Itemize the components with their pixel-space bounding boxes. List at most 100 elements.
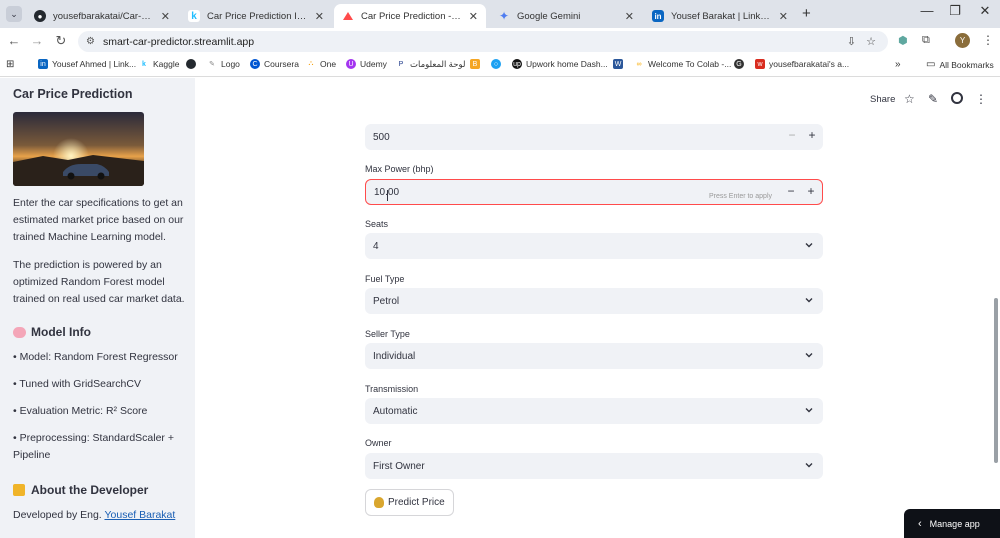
fuel-type-label: Fuel Type [365,274,405,284]
model-item: • Model: Random Forest Regressor [13,351,178,363]
all-bookmarks-label: All Bookmarks [939,59,994,70]
bookmark-circle[interactable]: ○ [491,59,505,69]
apps-grid-icon[interactable]: ⊞ [6,59,14,70]
bookmark-star-icon[interactable]: ☆ [866,35,876,48]
new-tab-button[interactable]: + [802,5,811,22]
extensions-puzzle-icon[interactable]: ⧉ [922,34,930,47]
increment-button[interactable]: + [802,184,820,198]
bookmark-udemy[interactable]: U Udemy [346,59,387,69]
bookmark-label: Upwork home Dash... [526,59,608,69]
word-icon: W [613,59,623,69]
chevron-down-icon [805,408,813,413]
restore-button[interactable]: ❐ [940,3,970,19]
dashboard-icon: P [396,59,406,70]
kaggle-icon: k [188,10,200,22]
address-bar-row: ← → ↻ ⚙ smart-car-predictor.streamlit.ap… [0,28,1000,55]
upwork-icon: up [512,59,522,69]
manage-app-button[interactable]: ‹ Manage app [904,509,1000,538]
bookmark-yousef[interactable]: w yousefbarakatai's a... [755,59,849,69]
press-enter-hint: Press Enter to apply [708,193,772,200]
close-icon[interactable]: ✕ [779,10,788,23]
bookmark-word[interactable]: W [613,59,627,69]
chevron-left-icon: ‹ [918,517,922,530]
forward-button[interactable]: → [28,33,46,48]
google-icon: G [734,59,744,69]
model-item: • Evaluation Metric: R² Score [13,405,148,417]
tab-gemini[interactable]: ✦ Google Gemini ✕ [490,4,642,28]
one-icon: ⛬ [306,59,316,69]
seats-label: Seats [365,219,389,229]
linkedin-icon: in [38,59,48,69]
bookmark-upwork[interactable]: up Upwork home Dash... [512,59,608,69]
b-icon: B [470,59,480,69]
bookmark-colab[interactable]: ∞ Welcome To Colab -... [634,59,731,69]
more-bookmarks-icon[interactable]: » [895,59,901,70]
star-icon[interactable]: ☆ [904,92,915,106]
developer-heading: About the Developer [13,483,148,497]
github-icon [186,59,196,69]
sidebar-powered: The prediction is powered by an optimize… [13,259,185,305]
money-bag-icon [374,497,384,508]
tab-linkedin[interactable]: in Yousef Barakat | LinkedIn ✕ [644,4,796,28]
tab-title: Car Price Prediction Insights [207,10,309,22]
bookmark-b[interactable]: B [470,59,484,69]
linkedin-icon: in [652,10,664,22]
share-button[interactable]: Share [870,94,895,105]
tab-kaggle[interactable]: k Car Price Prediction Insights ✕ [180,4,332,28]
browser-tab-bar: ⌄ ● yousefbarakatai/Car-Price-Predi ✕ k … [0,0,1000,28]
bookmark-coursera[interactable]: C Coursera [250,59,299,69]
owner-select[interactable]: First Owner [365,453,823,479]
main-menu-icon[interactable]: ⋮ [975,92,987,106]
decrement-button[interactable]: − [782,184,800,198]
install-app-icon[interactable]: ⇩ [847,35,856,48]
bookmark-logo[interactable]: ✎ Logo [207,59,240,69]
circle-icon: ○ [491,59,501,69]
close-icon[interactable]: ✕ [469,10,478,23]
close-icon[interactable]: ✕ [625,10,634,23]
close-window-button[interactable]: ✕ [970,3,1000,19]
scrollbar-thumb[interactable] [994,298,998,463]
bookmark-one[interactable]: ⛬ One [306,59,336,69]
browser-menu-icon[interactable]: ⋮ [982,33,994,47]
all-bookmarks[interactable]: ▭ All Bookmarks [926,59,994,70]
tab-streamlit[interactable]: Car Price Prediction - Streamlit ✕ [334,4,486,28]
developer-link[interactable]: Yousef Barakat [104,509,175,521]
tab-title: Google Gemini [517,10,581,22]
bookmark-dashboard[interactable]: P لوحة المعلومات [396,59,465,70]
seller-type-select[interactable]: Individual [365,343,823,369]
fuel-type-select[interactable]: Petrol [365,288,823,314]
bookmark-kaggle[interactable]: k Kaggle [139,59,179,69]
bookmark-google[interactable]: G [734,59,748,69]
profile-avatar[interactable]: Y [955,33,970,48]
bookmark-linkedin[interactable]: in Yousef Ahmed | Link... [38,59,136,69]
bookmark-label: yousefbarakatai's a... [769,59,850,69]
predict-button-label: Predict Price [388,497,445,508]
increment-button[interactable]: + [803,128,821,142]
max-power-input[interactable]: 10.00 Press Enter to apply − + [365,179,823,205]
bookmark-label: لوحة المعلومات [410,59,466,69]
extension-icon[interactable]: ⬢ [898,34,908,47]
coursera-icon: C [250,59,260,69]
bookmark-label: Kaggle [153,59,180,69]
number-input-top[interactable]: 500 − + [365,124,823,150]
tab-github[interactable]: ● yousefbarakatai/Car-Price-Predi ✕ [26,4,178,28]
decrement-button[interactable]: − [783,128,801,142]
github-icon[interactable] [951,92,963,107]
seats-select[interactable]: 4 [365,233,823,259]
bookmark-github[interactable] [186,59,200,69]
sidebar-title: Car Price Prediction [13,87,133,101]
predict-price-button[interactable]: Predict Price [365,489,454,516]
bookmarks-bar: ⊞ in Yousef Ahmed | Link... k Kaggle ✎ Logo… [0,55,1000,77]
reload-button[interactable]: ↻ [52,33,70,49]
developer-emoji-icon [13,484,25,496]
close-icon[interactable]: ✕ [161,10,170,23]
minimize-button[interactable]: — [912,3,942,18]
edit-pencil-icon[interactable]: ✎ [928,92,938,106]
site-info-icon[interactable]: ⚙ [86,36,95,47]
url-bar[interactable]: ⚙ smart-car-predictor.streamlit.app ⇩ ☆ [78,31,888,52]
chevron-down-icon [805,243,813,248]
transmission-select[interactable]: Automatic [365,398,823,424]
back-button[interactable]: ← [5,33,23,48]
tab-search-button[interactable]: ⌄ [6,6,22,22]
close-icon[interactable]: ✕ [315,10,324,23]
